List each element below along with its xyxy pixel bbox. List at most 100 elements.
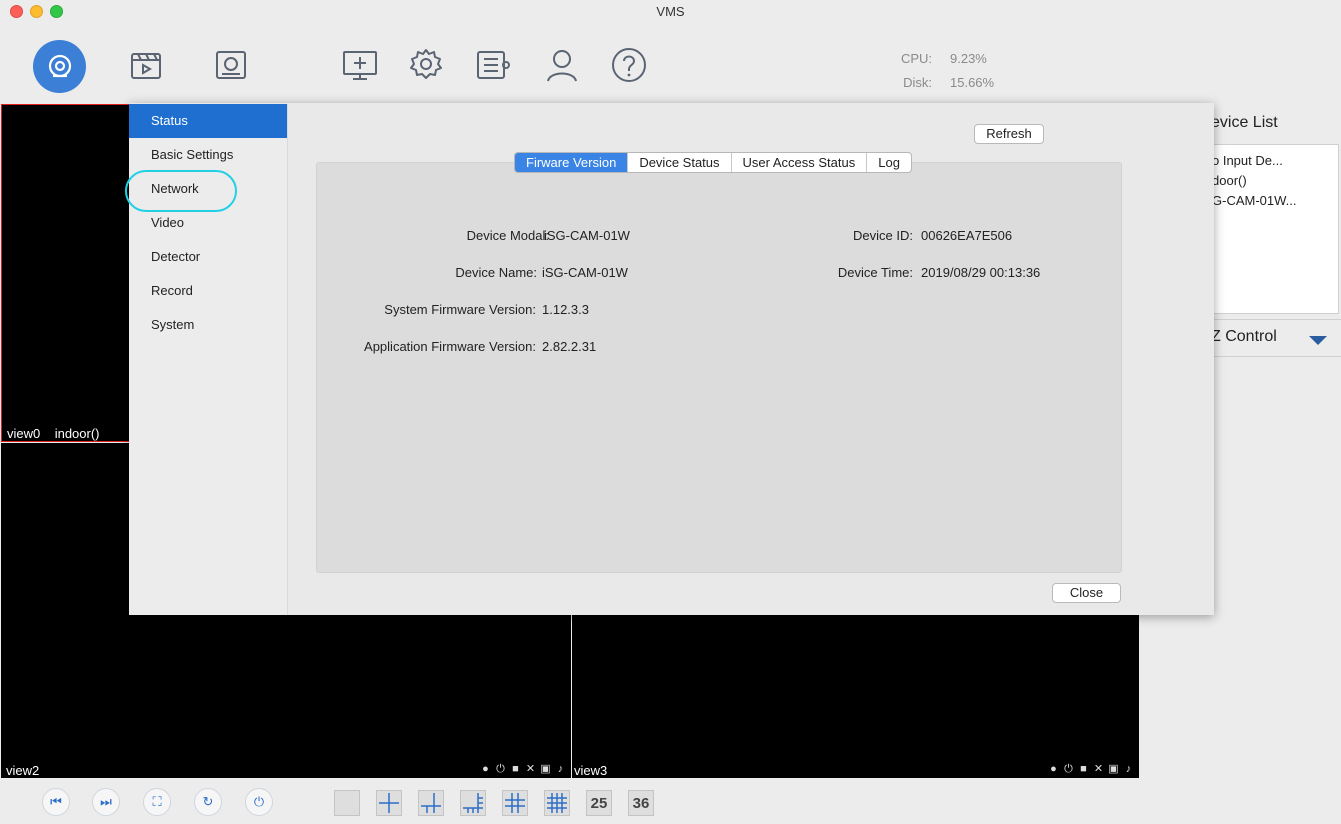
fullscreen-icon: ⛶ [152, 794, 162, 809]
power-icon[interactable]: ⏻ [494, 763, 507, 776]
add-device-button[interactable] [333, 38, 387, 92]
status-dot-icon[interactable]: ● [1047, 763, 1060, 776]
power-button[interactable]: ⏻ [245, 788, 273, 816]
video-icon[interactable]: ■ [509, 763, 522, 776]
ptz-control-label: Z Control [1211, 328, 1277, 345]
vms-window: VMS CPU: 9.23% Disk: 15.66% view0 indoor… [0, 0, 1341, 824]
sidebar-item-system[interactable]: System [129, 308, 287, 342]
device-id-label: Device ID: [853, 228, 913, 243]
close-button[interactable]: Close [1052, 583, 1121, 603]
settings-sidebar: Status Basic Settings Network Video Dete… [125, 104, 288, 615]
mic-icon[interactable]: ♪ [554, 763, 567, 776]
window-close-button[interactable] [10, 5, 23, 18]
sidebar-item-status[interactable]: Status [129, 104, 287, 138]
device-list-item[interactable]: door() [1212, 171, 1338, 191]
device-modal-value: iSG-CAM-01W [544, 228, 630, 243]
device-list-item[interactable]: G-CAM-01W... [1212, 191, 1338, 211]
layout-16-button[interactable] [544, 790, 570, 816]
device-modal-label: Device Modal: [466, 228, 549, 243]
layout-9-button[interactable] [502, 790, 528, 816]
user-button[interactable] [535, 38, 589, 92]
window-zoom-button[interactable] [50, 5, 63, 18]
help-button[interactable] [602, 38, 656, 92]
sidebar-item-record[interactable]: Record [129, 274, 287, 308]
window-minimize-button[interactable] [30, 5, 43, 18]
list-settings-icon [477, 51, 510, 79]
application-firmware-label: Application Firmware Version: [364, 339, 536, 354]
grid-8-icon [463, 793, 483, 813]
status-dot-icon[interactable]: ● [479, 763, 492, 776]
previous-button[interactable]: ⏮ [42, 788, 70, 816]
layout-8-button[interactable] [460, 790, 486, 816]
ptz-control-header[interactable]: Z Control [1211, 319, 1341, 357]
next-button[interactable]: ⏭ [92, 788, 120, 816]
layout-25-button[interactable]: 25 [586, 790, 612, 816]
video-icon[interactable]: ■ [1077, 763, 1090, 776]
system-firmware-value: 1.12.3.3 [542, 302, 589, 317]
device-id-value: 00626EA7E506 [921, 228, 1013, 243]
view-device-name: indoor() [54, 426, 100, 441]
view-label: view3 [574, 763, 608, 778]
status-tab-bar: Firware Version Device Status User Acces… [514, 152, 912, 173]
layout-4-button[interactable] [376, 790, 402, 816]
mute-icon[interactable]: ✕ [524, 763, 537, 776]
sidebar-item-basic-settings[interactable]: Basic Settings [129, 138, 287, 172]
view-label: view0 [7, 426, 41, 441]
snapshot-icon[interactable]: ▣ [539, 763, 552, 776]
live-view-button[interactable] [33, 40, 86, 93]
device-time-value: 2019/08/29 00:13:36 [921, 265, 1041, 280]
power-icon[interactable]: ⏻ [1062, 763, 1075, 776]
system-firmware-label: System Firmware Version: [384, 302, 536, 317]
device-list-title: evice List [1211, 114, 1278, 131]
tab-user-access-status[interactable]: User Access Status [732, 153, 868, 172]
device-list-item[interactable]: o Input De... [1212, 151, 1338, 171]
tab-firmware-version[interactable]: Firware Version [515, 153, 629, 172]
main-toolbar: CPU: 9.23% Disk: 15.66% [0, 24, 1341, 104]
disk-value: 15.66% [950, 75, 995, 90]
tab-log[interactable]: Log [867, 153, 911, 172]
title-bar: VMS [0, 0, 1341, 24]
settings-button[interactable] [399, 38, 453, 92]
layout-1-button[interactable] [334, 790, 360, 816]
camera-icon [48, 54, 71, 77]
chevron-down-icon[interactable] [1309, 336, 1327, 345]
gear-icon [410, 49, 442, 79]
help-icon [612, 48, 646, 82]
grid-4-icon [379, 793, 399, 813]
user-icon [547, 50, 577, 82]
grid-9-icon [505, 793, 525, 813]
video-monitor-icon [216, 51, 246, 79]
layout-36-button[interactable]: 36 [628, 790, 654, 816]
firmware-info-panel: Device Modal: iSG-CAM-01W Device Name: i… [316, 162, 1122, 573]
sidebar-item-detector[interactable]: Detector [129, 240, 287, 274]
refresh-views-button[interactable]: ↻ [194, 788, 222, 816]
playback-button[interactable] [119, 38, 173, 92]
sidebar-item-video[interactable]: Video [129, 206, 287, 240]
cpu-label: CPU: [900, 51, 932, 66]
device-name-value: iSG-CAM-01W [542, 265, 628, 280]
mute-icon[interactable]: ✕ [1092, 763, 1105, 776]
layout-6-button[interactable] [418, 790, 444, 816]
mic-icon[interactable]: ♪ [1122, 763, 1135, 776]
refresh-button[interactable]: Refresh [974, 124, 1044, 144]
sidebar-item-network[interactable]: Network [129, 172, 287, 206]
device-settings-dialog: Status Basic Settings Network Video Dete… [125, 103, 1214, 615]
disk-label: Disk: [903, 75, 932, 90]
window-title: VMS [656, 4, 685, 19]
tab-device-status[interactable]: Device Status [628, 153, 732, 172]
bottom-control-bar: ⏮ ⏭ ⛶ ↻ ⏻ 25 36 [0, 778, 1139, 824]
power-icon: ⏻ [253, 794, 265, 809]
refresh-icon: ↻ [202, 794, 214, 809]
skip-forward-icon: ⏭ [100, 794, 112, 809]
view-label: view2 [6, 763, 40, 778]
device-name-label: Device Name: [455, 265, 537, 280]
record-button[interactable] [204, 38, 258, 92]
snapshot-icon[interactable]: ▣ [1107, 763, 1120, 776]
device-list: o Input De... door() G-CAM-01W... [1211, 144, 1339, 314]
fullscreen-button[interactable]: ⛶ [143, 788, 171, 816]
grid-6-icon [421, 793, 441, 813]
log-button[interactable] [466, 38, 520, 92]
clapperboard-icon [131, 53, 161, 79]
view-controls: ● ⏻ ■ ✕ ▣ ♪ [1047, 763, 1135, 776]
grid-16-icon [547, 793, 567, 813]
